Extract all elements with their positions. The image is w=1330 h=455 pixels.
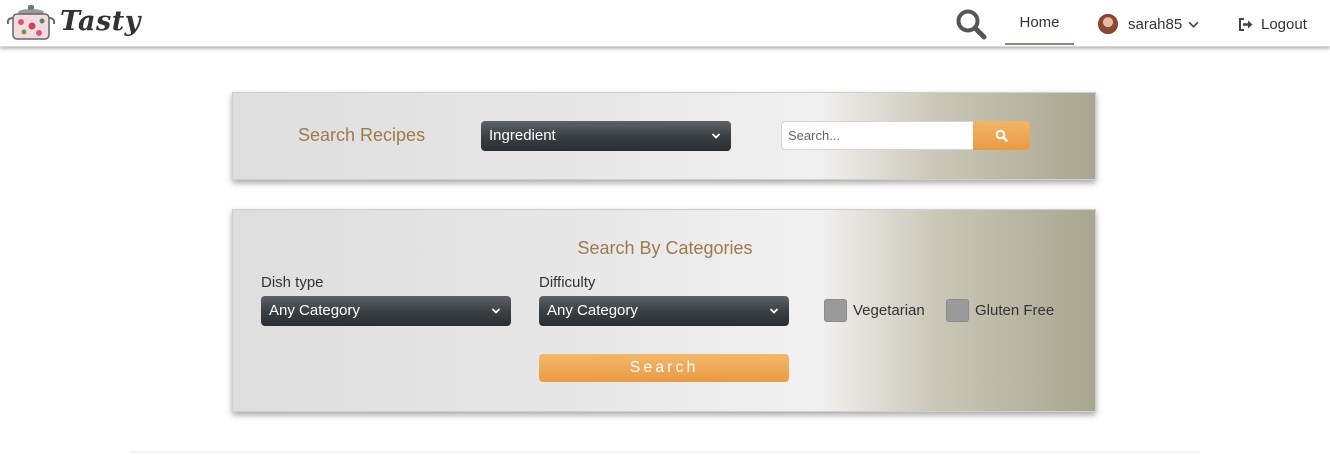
nav-home-link[interactable]: Home [1005, 0, 1074, 45]
search-icon[interactable] [955, 8, 987, 40]
search-button[interactable] [973, 121, 1030, 150]
chevron-down-icon [769, 308, 779, 314]
search-categories-panel: Search By Categories Dish type Any Categ… [232, 209, 1096, 412]
vegetarian-checkbox[interactable]: Vegetarian [824, 299, 925, 322]
difficulty-label: Difficulty [539, 274, 596, 291]
chevron-down-icon [711, 133, 721, 139]
search-icon [995, 129, 1008, 142]
search-recipes-title: Search Recipes [298, 125, 426, 145]
search-type-value: Ingredient [489, 127, 556, 144]
logout-icon [1239, 17, 1253, 31]
dish-type-label: Dish type [261, 274, 324, 291]
difficulty-select[interactable]: Any Category [539, 296, 789, 326]
category-search-button[interactable]: Search [539, 354, 789, 382]
dish-type-select[interactable]: Any Category [261, 296, 511, 326]
gluten-free-label: Gluten Free [975, 302, 1055, 319]
brand-title[interactable]: Tasty [60, 6, 141, 37]
search-type-select[interactable]: Ingredient [481, 121, 731, 151]
user-menu[interactable]: sarah85 [1098, 12, 1199, 36]
dish-type-value: Any Category [269, 302, 360, 319]
search-input[interactable] [781, 121, 974, 150]
username-label: sarah85 [1128, 15, 1183, 33]
gluten-free-checkbox-box[interactable] [946, 299, 969, 322]
difficulty-value: Any Category [547, 302, 638, 319]
chevron-down-icon [491, 308, 501, 314]
gluten-free-checkbox[interactable]: Gluten Free [946, 299, 1054, 322]
avatar [1098, 14, 1118, 34]
search-recipes-panel: Search Recipes Ingredient [232, 92, 1096, 180]
logout-label: Logout [1261, 15, 1307, 33]
cooking-pot-icon[interactable] [6, 3, 56, 43]
vegetarian-label: Vegetarian [853, 302, 925, 319]
content-divider [130, 451, 1200, 455]
chevron-down-icon [1188, 21, 1199, 28]
search-categories-title: Search By Categories [577, 238, 753, 258]
top-navbar: Tasty Home sarah85 Logout [0, 0, 1330, 47]
vegetarian-checkbox-box[interactable] [824, 299, 847, 322]
logout-link[interactable]: Logout [1238, 12, 1307, 36]
